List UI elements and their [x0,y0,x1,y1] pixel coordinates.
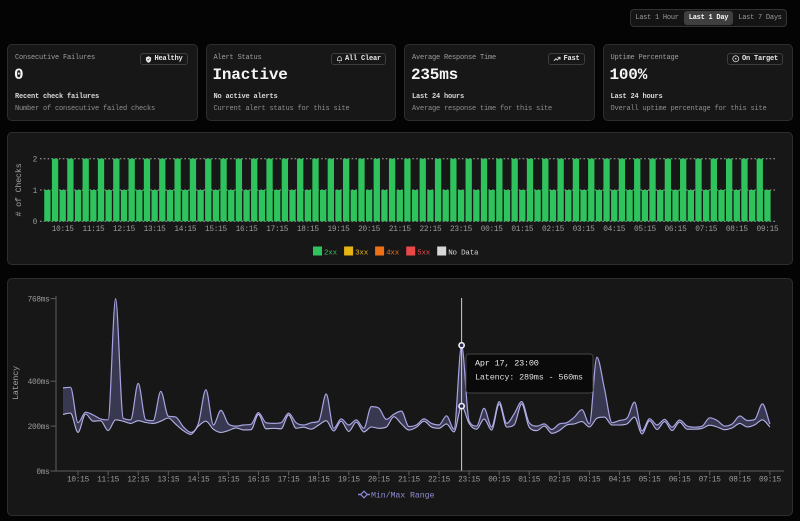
svg-text:400ms: 400ms [28,379,51,387]
svg-text:09:15: 09:15 [759,477,782,485]
svg-text:3xx: 3xx [355,250,369,258]
svg-text:15:15: 15:15 [205,226,228,234]
svg-text:12:15: 12:15 [113,226,136,234]
svg-text:21:15: 21:15 [398,477,421,485]
svg-text:13:15: 13:15 [157,477,180,485]
svg-text:10:15: 10:15 [52,226,75,234]
svg-text:01:15: 01:15 [518,477,541,485]
svg-text:19:15: 19:15 [328,226,351,234]
svg-text:200ms: 200ms [28,424,51,432]
svg-text:13:15: 13:15 [144,226,167,234]
svg-text:00:15: 00:15 [481,226,504,234]
svg-text:14:15: 14:15 [174,226,197,234]
svg-text:22:15: 22:15 [428,477,451,485]
svg-text:08:15: 08:15 [729,477,752,485]
svg-text:06:15: 06:15 [669,477,692,485]
svg-text:05:15: 05:15 [639,477,662,485]
svg-text:22:15: 22:15 [419,226,442,234]
svg-text:17:15: 17:15 [278,477,301,485]
svg-text:23:15: 23:15 [450,226,473,234]
svg-text:04:15: 04:15 [609,477,632,485]
svg-text:04:15: 04:15 [603,226,626,234]
svg-text:10:15: 10:15 [67,477,90,485]
svg-text:02:15: 02:15 [548,477,571,485]
svg-text:11:15: 11:15 [82,226,105,234]
svg-text:No Data: No Data [448,250,479,258]
svg-text:Apr 17, 23:00: Apr 17, 23:00 [475,359,539,369]
svg-text:18:15: 18:15 [308,477,331,485]
svg-text:20:15: 20:15 [358,226,381,234]
svg-text:15:15: 15:15 [217,477,240,485]
svg-text:02:15: 02:15 [542,226,565,234]
svg-text:Min/Max Range: Min/Max Range [371,491,435,501]
svg-text:09:15: 09:15 [756,226,779,234]
svg-text:05:15: 05:15 [634,226,657,234]
svg-text:03:15: 03:15 [573,226,596,234]
svg-text:# of Checks: # of Checks [14,163,24,216]
svg-text:18:15: 18:15 [297,226,320,234]
svg-text:11:15: 11:15 [97,477,120,485]
svg-text:4xx: 4xx [386,250,400,258]
svg-text:17:15: 17:15 [266,226,289,234]
svg-text:06:15: 06:15 [665,226,688,234]
svg-text:16:15: 16:15 [248,477,271,485]
svg-text:16:15: 16:15 [236,226,259,234]
svg-text:0ms: 0ms [36,469,50,477]
svg-text:07:15: 07:15 [695,226,718,234]
svg-text:01:15: 01:15 [511,226,534,234]
svg-text:00:15: 00:15 [488,477,511,485]
svg-text:03:15: 03:15 [578,477,601,485]
svg-text:14:15: 14:15 [187,477,210,485]
svg-text:1: 1 [33,188,38,196]
svg-text:21:15: 21:15 [389,226,412,234]
svg-text:768ms: 768ms [28,296,51,304]
svg-text:2: 2 [33,157,38,165]
svg-text:23:15: 23:15 [458,477,481,485]
svg-text:12:15: 12:15 [127,477,150,485]
svg-text:Latency: Latency [11,366,21,400]
svg-text:2xx: 2xx [324,250,338,258]
svg-text:08:15: 08:15 [726,226,749,234]
svg-text:Latency: 289ms - 560ms: Latency: 289ms - 560ms [475,373,583,383]
svg-text:0: 0 [33,219,38,227]
svg-text:19:15: 19:15 [338,477,361,485]
svg-text:5xx: 5xx [417,250,431,258]
svg-text:20:15: 20:15 [368,477,391,485]
svg-text:07:15: 07:15 [699,477,722,485]
